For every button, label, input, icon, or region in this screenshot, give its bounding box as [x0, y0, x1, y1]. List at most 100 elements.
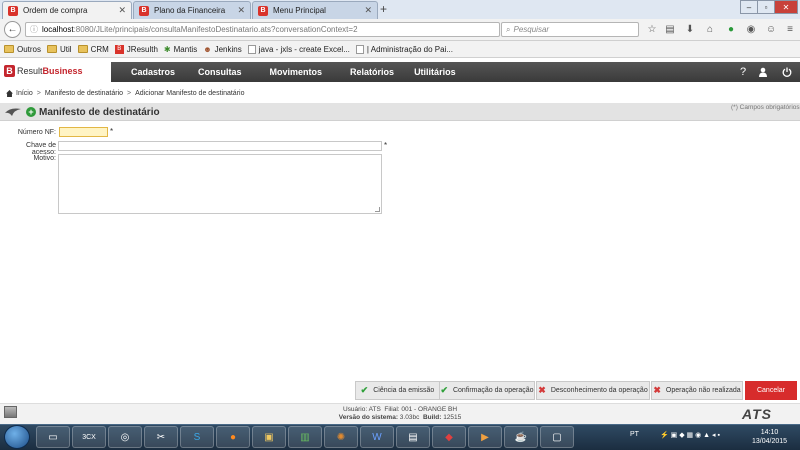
menu-cadastros[interactable]: Cadastros: [131, 67, 175, 77]
bookmark-jenkins[interactable]: ☻ Jenkins: [203, 45, 242, 54]
breadcrumb-inicio[interactable]: Início: [16, 90, 33, 97]
resulth-business-logo[interactable]: B Result Business: [4, 65, 83, 77]
taskbar-skype-icon[interactable]: S: [180, 426, 214, 448]
back-arrow-icon[interactable]: ←: [4, 21, 21, 38]
logo-business: Business: [42, 66, 83, 76]
folder-icon: [4, 45, 14, 53]
jenkins-icon: ☻: [203, 44, 212, 54]
folder-icon: [47, 45, 58, 53]
maximize-icon[interactable]: ▫: [757, 0, 775, 14]
taskbar-media-icon[interactable]: ▶: [468, 426, 502, 448]
taskbar-window-icon[interactable]: ▭: [36, 426, 70, 448]
taskbar-word-icon[interactable]: W: [360, 426, 394, 448]
tab-ordem-de-compra[interactable]: B Ordem de compra ✕: [2, 1, 132, 19]
breadcrumb-manifesto[interactable]: Manifesto de destinatário: [45, 90, 123, 97]
taskbar-monitor-icon[interactable]: ▢: [540, 426, 574, 448]
check-icon: ✔: [440, 385, 448, 395]
menu-movimentos[interactable]: Movimentos: [270, 67, 323, 77]
power-icon[interactable]: [776, 62, 798, 82]
bookmark-jresulth[interactable]: B JResulth: [114, 44, 158, 54]
taskbar-3cx[interactable]: 3CX: [72, 426, 106, 448]
calculator-icon[interactable]: [4, 406, 17, 418]
menu-consultas[interactable]: Consultas: [198, 67, 242, 77]
bookmark-mantis[interactable]: ✱ Mantis: [164, 45, 197, 54]
taskbar-thunderbird-icon[interactable]: ◎: [108, 426, 142, 448]
clock-time: 14:10: [760, 429, 779, 436]
new-tab-icon[interactable]: +: [380, 2, 387, 16]
bookmark-label: java - jxls - create Excel...: [258, 44, 350, 54]
logo-result: Result: [17, 66, 43, 76]
star-icon[interactable]: ☆: [645, 22, 659, 36]
close-icon[interactable]: ✕: [118, 5, 126, 16]
logo-mark-icon: B: [4, 65, 15, 77]
tab-menu-principal[interactable]: B Menu Principal ✕: [252, 1, 378, 19]
button-label: Confirmação da operação: [452, 387, 534, 394]
bookmark-label: | Administração do Pai...: [366, 44, 453, 54]
bookmark-util[interactable]: Util: [47, 45, 72, 54]
system-clock[interactable]: 14:10 13/04/2015: [752, 428, 787, 446]
breadcrumb: Início > Manifesto de destinatário > Adi…: [6, 90, 244, 97]
help-icon[interactable]: ?: [732, 62, 754, 82]
required-asterisk: *: [384, 141, 388, 150]
motivo-label: Motivo:: [33, 155, 56, 162]
addon-icon[interactable]: ●: [724, 22, 738, 36]
confirmacao-operacao-button[interactable]: ✔ Confirmação da operação: [439, 381, 535, 400]
required-fields-note: (*) Campos obrigatórios: [731, 104, 800, 111]
tab-plano-financeira[interactable]: B Plano da Financeira ✕: [133, 1, 251, 19]
hamburger-menu-icon[interactable]: ≡: [783, 22, 797, 36]
taskbar-scissors-icon[interactable]: ✂: [144, 426, 178, 448]
bookmark-administracao[interactable]: | Administração do Pai...: [355, 44, 453, 54]
person-icon[interactable]: ☺: [764, 22, 778, 36]
window-close-icon[interactable]: ✕: [774, 0, 798, 14]
taskbar-java-icon[interactable]: ☕: [504, 426, 538, 448]
close-icon[interactable]: ✕: [364, 5, 372, 16]
button-label: Desconhecimento da operação: [550, 387, 648, 394]
search-placeholder: Pesquisar: [513, 25, 550, 34]
home-icon[interactable]: ⌂: [703, 22, 717, 36]
motivo-textarea[interactable]: [58, 154, 382, 214]
back-curve-icon[interactable]: [4, 106, 22, 118]
check-icon: ✔: [360, 385, 369, 395]
search-input[interactable]: ⌕ Pesquisar: [501, 22, 639, 37]
close-icon[interactable]: ✕: [237, 5, 245, 16]
page-title: Manifesto de destinatário: [39, 107, 160, 118]
taskbar-gear-icon[interactable]: ✺: [324, 426, 358, 448]
resulth-favicon-icon: B: [114, 44, 124, 54]
taskbar-document-icon[interactable]: ▤: [396, 426, 430, 448]
bookmark-java-jxls[interactable]: java - jxls - create Excel...: [247, 44, 350, 54]
globe-icon: ⓘ: [30, 25, 38, 34]
usuario-value: ATS: [368, 406, 381, 413]
operacao-nao-realizada-button[interactable]: ✖ Operação não realizada: [651, 381, 743, 400]
cancel-button[interactable]: Cancelar: [745, 381, 797, 400]
clipboard-icon[interactable]: ▤: [663, 22, 677, 36]
taskbar-explorer-icon[interactable]: ▣: [252, 426, 286, 448]
menu-relatorios[interactable]: Relatórios: [350, 67, 394, 77]
chave-acesso-input[interactable]: [58, 141, 382, 151]
user-icon-svg: [759, 67, 767, 77]
resize-grip-icon[interactable]: [375, 207, 380, 212]
download-icon[interactable]: ⬇: [683, 22, 697, 36]
windows-start-icon[interactable]: [4, 425, 30, 449]
menu-utilitarios[interactable]: Utilitários: [414, 67, 456, 77]
numero-nf-input[interactable]: [59, 127, 108, 137]
bookmark-outros[interactable]: Outros: [4, 45, 41, 54]
taskbar-pdf-icon[interactable]: ◆: [432, 426, 466, 448]
tab-label: Ordem de compra: [23, 6, 88, 15]
taskbar-chart-icon[interactable]: ▥: [288, 426, 322, 448]
resulth-favicon-icon: B: [139, 5, 149, 16]
desconhecimento-operacao-button[interactable]: ✖ Desconhecimento da operação: [536, 381, 650, 400]
search-icon: ⌕: [506, 24, 511, 34]
url-bar[interactable]: ⓘ localhost:8080/JLite/principais/consul…: [25, 22, 500, 37]
tab-label: Menu Principal: [273, 6, 326, 15]
clock-date: 13/04/2015: [752, 438, 788, 445]
bookmark-crm[interactable]: CRM: [77, 45, 109, 54]
chat-icon[interactable]: ◉: [744, 22, 758, 36]
minimize-icon[interactable]: –: [740, 0, 758, 14]
user-icon[interactable]: [752, 62, 774, 82]
tray-icons[interactable]: ⚡ ▣ ◆ ▦ ◉ ▲ ◂ ▪: [660, 431, 720, 439]
ciencia-emissao-button[interactable]: ✔ Ciência da emissão: [355, 381, 440, 400]
language-indicator[interactable]: PT: [630, 431, 639, 438]
taskbar-firefox-icon[interactable]: ●: [216, 426, 250, 448]
x-icon: ✖: [538, 385, 546, 395]
build-label: Build:: [422, 414, 442, 421]
